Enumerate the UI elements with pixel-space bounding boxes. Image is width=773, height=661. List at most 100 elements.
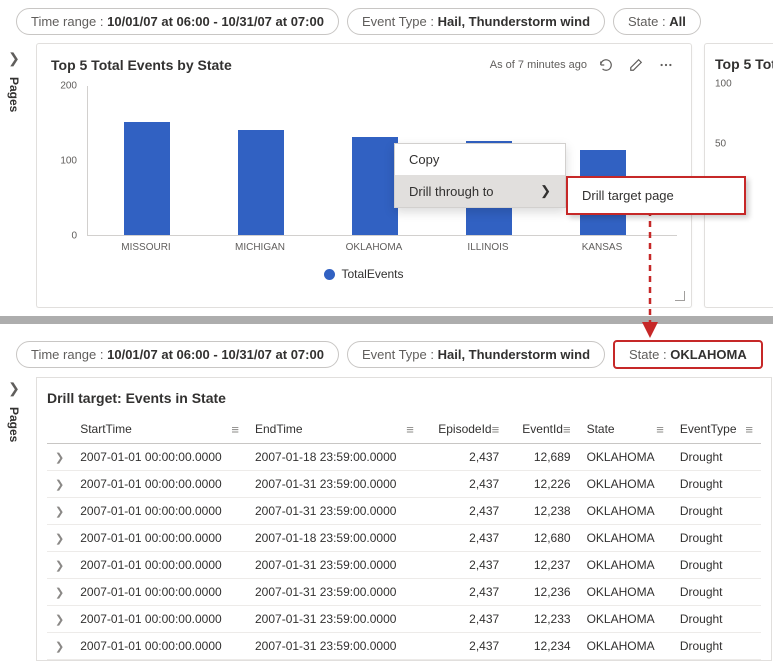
col-header[interactable]: EpisodeId≡ <box>422 416 507 444</box>
top-section: Time range : 10/01/07 at 06:00 - 10/31/0… <box>0 0 773 308</box>
pages-panel-toggle[interactable]: ❯ Pages <box>0 380 28 442</box>
cell: 2007-01-01 00:00:00.0000 <box>72 552 247 579</box>
filter-value: 10/01/07 at 06:00 - 10/31/07 at 07:00 <box>107 14 324 29</box>
ctx-label: Copy <box>409 152 439 167</box>
cell: 2007-01-01 00:00:00.0000 <box>72 471 247 498</box>
more-icon[interactable] <box>655 54 677 76</box>
table-row[interactable]: ❯2007-01-01 00:00:00.00002007-01-31 23:5… <box>47 579 761 606</box>
card-header: Top 5 Total Events by State As of 7 minu… <box>37 44 691 86</box>
legend-swatch <box>324 269 335 280</box>
expand-row-icon[interactable]: ❯ <box>47 606 72 633</box>
x-label: MISSOURI <box>111 242 181 253</box>
pages-label: Pages <box>7 77 21 112</box>
cell: 2007-01-31 23:59:00.0000 <box>247 552 422 579</box>
cell: 12,238 <box>507 498 578 525</box>
table-row[interactable]: ❯2007-01-01 00:00:00.00002007-01-31 23:5… <box>47 471 761 498</box>
x-axis-labels: MISSOURIMICHIGANOKLAHOMAILLINOISKANSAS <box>87 242 677 253</box>
filter-state[interactable]: State : All <box>613 8 701 35</box>
chart-legend: TotalEvents <box>51 267 677 281</box>
bar-col[interactable] <box>112 122 182 235</box>
bar[interactable] <box>352 137 398 235</box>
ytick: 200 <box>47 81 77 92</box>
pages-panel-toggle[interactable]: ❯ Pages <box>0 50 28 112</box>
expand-row-icon[interactable]: ❯ <box>47 498 72 525</box>
expand-row-icon[interactable]: ❯ <box>47 444 72 471</box>
col-header[interactable]: EventType≡ <box>672 416 761 444</box>
cell: 2007-01-31 23:59:00.0000 <box>247 471 422 498</box>
expand-row-icon[interactable]: ❯ <box>47 525 72 552</box>
cell: Drought <box>672 579 761 606</box>
col-menu-icon[interactable]: ≡ <box>231 422 239 437</box>
cell: 2007-01-31 23:59:00.0000 <box>247 498 422 525</box>
cell: 12,234 <box>507 633 578 660</box>
filter-time-range[interactable]: Time range : 10/01/07 at 06:00 - 10/31/0… <box>16 341 339 368</box>
filter-state[interactable]: State : OKLAHOMA <box>613 340 763 369</box>
cell: 2007-01-01 00:00:00.0000 <box>72 444 247 471</box>
expand-row-icon[interactable]: ❯ <box>47 471 72 498</box>
expand-row-icon[interactable]: ❯ <box>47 579 72 606</box>
filter-label: Time range : <box>31 347 104 362</box>
filter-bar: Time range : 10/01/07 at 06:00 - 10/31/0… <box>0 0 773 43</box>
col-menu-icon[interactable]: ≡ <box>406 422 414 437</box>
cell: 12,689 <box>507 444 578 471</box>
cell: Drought <box>672 498 761 525</box>
drill-title: Drill target: Events in State <box>47 390 761 416</box>
cell: 2007-01-01 00:00:00.0000 <box>72 579 247 606</box>
col-header-text: State <box>587 422 615 436</box>
chevron-right-icon: ❯ <box>8 380 20 397</box>
cell: OKLAHOMA <box>579 471 672 498</box>
card-title: Top 5 Total Events by State <box>51 57 482 73</box>
cell: OKLAHOMA <box>579 444 672 471</box>
events-table: StartTime≡EndTime≡EpisodeId≡EventId≡Stat… <box>47 416 761 660</box>
bottom-section: Time range : 10/01/07 at 06:00 - 10/31/0… <box>0 324 773 661</box>
col-header[interactable]: EndTime ≡ <box>247 416 422 444</box>
refresh-icon[interactable] <box>595 54 617 76</box>
resize-handle-icon[interactable] <box>675 291 685 301</box>
cell: 2007-01-01 00:00:00.0000 <box>72 525 247 552</box>
col-header[interactable]: EventId≡ <box>507 416 578 444</box>
col-menu-icon[interactable]: ≡ <box>492 422 500 437</box>
asof-text: As of 7 minutes ago <box>490 59 587 71</box>
col-header-text: EventId <box>522 422 563 436</box>
filter-bar: Time range : 10/01/07 at 06:00 - 10/31/0… <box>0 332 773 377</box>
filter-event-type[interactable]: Event Type : Hail, Thunderstorm wind <box>347 8 605 35</box>
cell: Drought <box>672 525 761 552</box>
ctx-submenu-drill-target[interactable]: Drill target page <box>566 176 746 215</box>
cell: 12,236 <box>507 579 578 606</box>
edit-icon[interactable] <box>625 54 647 76</box>
x-label: OKLAHOMA <box>339 242 409 253</box>
col-header-text: EndTime <box>255 422 303 436</box>
cell: 12,233 <box>507 606 578 633</box>
filter-time-range[interactable]: Time range : 10/01/07 at 06:00 - 10/31/0… <box>16 8 339 35</box>
cell: 2007-01-18 23:59:00.0000 <box>247 525 422 552</box>
bar[interactable] <box>124 122 170 235</box>
bar[interactable] <box>238 130 284 235</box>
cell: 12,226 <box>507 471 578 498</box>
col-menu-icon[interactable]: ≡ <box>656 422 664 437</box>
cell: OKLAHOMA <box>579 498 672 525</box>
table-row[interactable]: ❯2007-01-01 00:00:00.00002007-01-31 23:5… <box>47 633 761 660</box>
cell: 12,680 <box>507 525 578 552</box>
filter-event-type[interactable]: Event Type : Hail, Thunderstorm wind <box>347 341 605 368</box>
ctx-copy[interactable]: Copy <box>395 144 565 175</box>
expand-row-icon[interactable]: ❯ <box>47 552 72 579</box>
table-row[interactable]: ❯2007-01-01 00:00:00.00002007-01-18 23:5… <box>47 444 761 471</box>
cell: 2007-01-01 00:00:00.0000 <box>72 498 247 525</box>
table-body: ❯2007-01-01 00:00:00.00002007-01-18 23:5… <box>47 444 761 660</box>
col-header[interactable]: StartTime≡ <box>72 416 247 444</box>
table-row[interactable]: ❯2007-01-01 00:00:00.00002007-01-31 23:5… <box>47 552 761 579</box>
ctx-label: Drill target page <box>582 188 674 203</box>
col-menu-icon[interactable]: ≡ <box>745 422 753 437</box>
legend-text: TotalEvents <box>341 267 403 281</box>
filter-label: Event Type : <box>362 14 434 29</box>
table-row[interactable]: ❯2007-01-01 00:00:00.00002007-01-18 23:5… <box>47 525 761 552</box>
ytick: 100 <box>47 156 77 167</box>
bar-col[interactable] <box>226 130 296 235</box>
ctx-drill-through[interactable]: Drill through to ❯ <box>395 175 565 207</box>
col-menu-icon[interactable]: ≡ <box>563 422 571 437</box>
table-row[interactable]: ❯2007-01-01 00:00:00.00002007-01-31 23:5… <box>47 606 761 633</box>
cell: 2007-01-31 23:59:00.0000 <box>247 633 422 660</box>
expand-row-icon[interactable]: ❯ <box>47 633 72 660</box>
col-header[interactable]: State ≡ <box>579 416 672 444</box>
table-row[interactable]: ❯2007-01-01 00:00:00.00002007-01-31 23:5… <box>47 498 761 525</box>
